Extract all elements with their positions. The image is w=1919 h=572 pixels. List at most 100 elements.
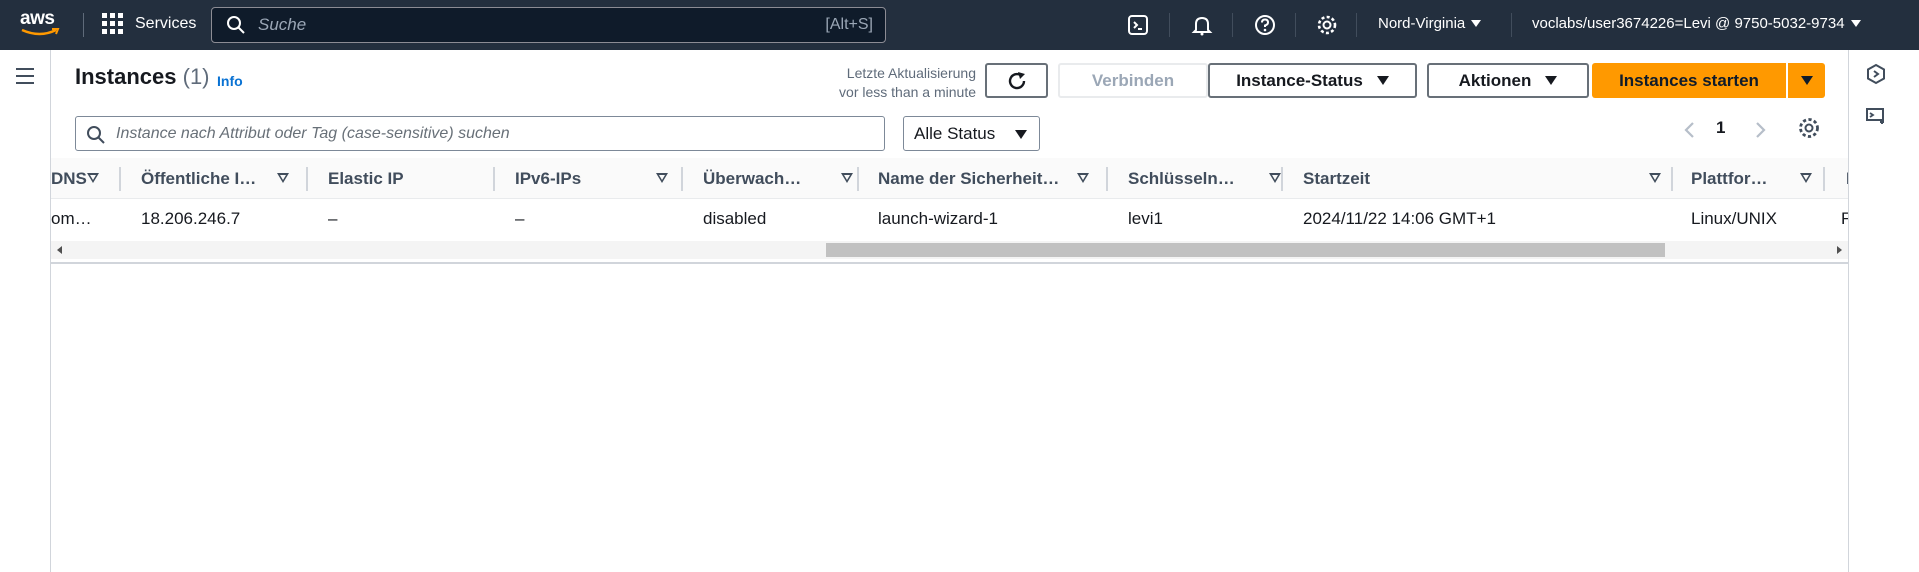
- left-navigation-rail: [0, 50, 51, 572]
- launch-instances-dropdown[interactable]: [1788, 63, 1825, 98]
- region-label: Nord-Virginia: [1378, 15, 1466, 32]
- sort-icon: [656, 173, 668, 183]
- column-header-monitoring[interactable]: Überwach…: [703, 158, 855, 199]
- instances-table: DNS Öffentliche I… Elastic IP IPv6-IPs Ü…: [51, 158, 1848, 264]
- cloudshell-icon[interactable]: [1126, 13, 1150, 37]
- instance-state-dropdown[interactable]: Instance-Status: [1208, 63, 1417, 98]
- region-selector[interactable]: Nord-Virginia: [1378, 15, 1482, 32]
- help-icon[interactable]: [1253, 13, 1277, 37]
- caret-down-icon: [1545, 76, 1558, 85]
- cell-ipv6: –: [515, 209, 525, 228]
- column-resizer[interactable]: [1823, 167, 1825, 191]
- panel-info-icon[interactable]: [1865, 63, 1887, 85]
- caret-down-icon: [1850, 20, 1861, 27]
- refresh-icon: [1008, 71, 1025, 89]
- right-tools-rail: [1848, 50, 1919, 572]
- cell-public-ip: 18.206.246.7: [141, 209, 241, 228]
- column-header-launch-time[interactable]: Startzeit: [1303, 158, 1663, 199]
- aws-logo[interactable]: aws: [20, 9, 64, 41]
- search-placeholder: Suche: [258, 15, 307, 34]
- sort-icon: [277, 173, 289, 183]
- caret-down-icon: [1471, 20, 1482, 27]
- column-header-label: IPv6-IPs: [515, 168, 582, 188]
- sort-icon: [1800, 173, 1812, 183]
- last-updated-line1: Letzte Aktualisierung: [846, 65, 976, 81]
- status-select-value: Alle Status: [914, 123, 996, 143]
- account-menu[interactable]: voclabs/user3674226=Levi @ 9750-5032-973…: [1532, 15, 1861, 32]
- page-title: Instances (1): [75, 64, 210, 90]
- page-number[interactable]: 1: [1716, 118, 1725, 138]
- cell-dns: om…: [51, 209, 92, 228]
- connect-label: Verbinden: [1091, 70, 1175, 90]
- search-icon: [87, 126, 105, 144]
- global-search-input[interactable]: Suche [Alt+S]: [211, 7, 886, 43]
- sort-icon: [1649, 173, 1661, 183]
- nav-separator: [1169, 13, 1170, 37]
- cell-security-group[interactable]: launch-wizard-1: [878, 199, 1088, 239]
- caret-down-icon: [1376, 76, 1389, 85]
- column-header-label: N: [1846, 169, 1848, 189]
- account-label: voclabs/user3674226=Levi @ 9750-5032-973…: [1532, 15, 1845, 32]
- column-resizer[interactable]: [493, 167, 495, 191]
- column-header-label: Überwach…: [703, 168, 802, 188]
- actions-dropdown[interactable]: Aktionen: [1427, 63, 1589, 98]
- page-title-text: Instances: [75, 64, 177, 89]
- scrollbar-thumb[interactable]: [826, 243, 1665, 257]
- table-row[interactable]: om… 18.206.246.7 – – disabled launch-wiz…: [51, 199, 1848, 239]
- column-resizer[interactable]: [681, 167, 683, 191]
- services-label: Services: [135, 14, 197, 32]
- cell-launch-time: 2024/11/22 14:06 GMT+1: [1303, 209, 1496, 228]
- column-header-label: Name der Sicherheit…: [878, 168, 1060, 188]
- caret-down-icon: [1800, 76, 1813, 85]
- column-header-next[interactable]: N: [1846, 158, 1848, 199]
- aws-logo-text: aws: [20, 8, 55, 29]
- next-page-icon[interactable]: [1750, 118, 1770, 142]
- column-header-platform[interactable]: Plattfor…: [1691, 158, 1814, 199]
- cell-key-name: levi1: [1128, 209, 1163, 228]
- connect-button[interactable]: Verbinden: [1058, 63, 1208, 98]
- cell-next: F: [1841, 199, 1848, 239]
- instance-filter-input[interactable]: Instance nach Attribut oder Tag (case-se…: [75, 116, 885, 151]
- column-header-elastic-ip[interactable]: Elastic IP: [328, 158, 478, 199]
- column-resizer[interactable]: [119, 167, 121, 191]
- nav-separator: [1232, 13, 1233, 37]
- last-updated-line2: vor less than a minute: [839, 84, 976, 100]
- table-header: DNS Öffentliche I… Elastic IP IPv6-IPs Ü…: [51, 158, 1848, 199]
- status-filter-select[interactable]: Alle Status: [903, 116, 1040, 151]
- filter-placeholder: Instance nach Attribut oder Tag (case-se…: [116, 124, 510, 142]
- actions-label: Aktionen: [1458, 70, 1532, 90]
- column-header-ipv6[interactable]: IPv6-IPs: [515, 158, 670, 199]
- column-resizer[interactable]: [1281, 167, 1283, 191]
- search-icon: [227, 16, 245, 34]
- column-header-key-name[interactable]: Schlüsseln…: [1128, 158, 1283, 199]
- hamburger-menu-icon[interactable]: [16, 68, 34, 89]
- nav-separator: [1295, 13, 1296, 37]
- cell-monitoring: disabled: [703, 209, 767, 228]
- column-header-security-group[interactable]: Name der Sicherheit…: [878, 158, 1091, 199]
- horizontal-scrollbar[interactable]: [51, 241, 1848, 259]
- column-header-label: Plattfor…: [1691, 168, 1768, 188]
- launch-instances-button[interactable]: Instances starten: [1592, 63, 1786, 98]
- refresh-button[interactable]: [985, 63, 1048, 98]
- services-menu-button[interactable]: Services: [102, 13, 196, 34]
- top-navigation-bar: aws Services Suche [Alt+S] Nord-Virginia: [0, 0, 1919, 50]
- scroll-left-arrow-icon[interactable]: [57, 246, 62, 254]
- scroll-right-arrow-icon[interactable]: [1837, 246, 1842, 254]
- table-preferences-gear-icon[interactable]: [1797, 116, 1821, 140]
- info-link[interactable]: Info: [217, 73, 243, 89]
- column-resizer[interactable]: [1671, 167, 1673, 191]
- column-header-public-ip[interactable]: Öffentliche I…: [141, 158, 291, 199]
- column-header-label: DNS: [51, 168, 87, 188]
- column-header-label: Startzeit: [1303, 168, 1371, 188]
- sort-icon: [87, 173, 99, 183]
- column-resizer[interactable]: [306, 167, 308, 191]
- last-updated-label: Letzte Aktualisierung vor less than a mi…: [820, 64, 976, 102]
- bell-icon[interactable]: [1190, 13, 1214, 37]
- column-resizer[interactable]: [1106, 167, 1108, 191]
- column-header-dns[interactable]: DNS: [51, 158, 103, 199]
- feedback-icon[interactable]: [1865, 106, 1887, 128]
- previous-page-icon[interactable]: [1680, 118, 1700, 142]
- cell-platform: Linux/UNIX: [1691, 209, 1777, 228]
- gear-icon[interactable]: [1315, 13, 1339, 37]
- column-resizer[interactable]: [857, 167, 859, 191]
